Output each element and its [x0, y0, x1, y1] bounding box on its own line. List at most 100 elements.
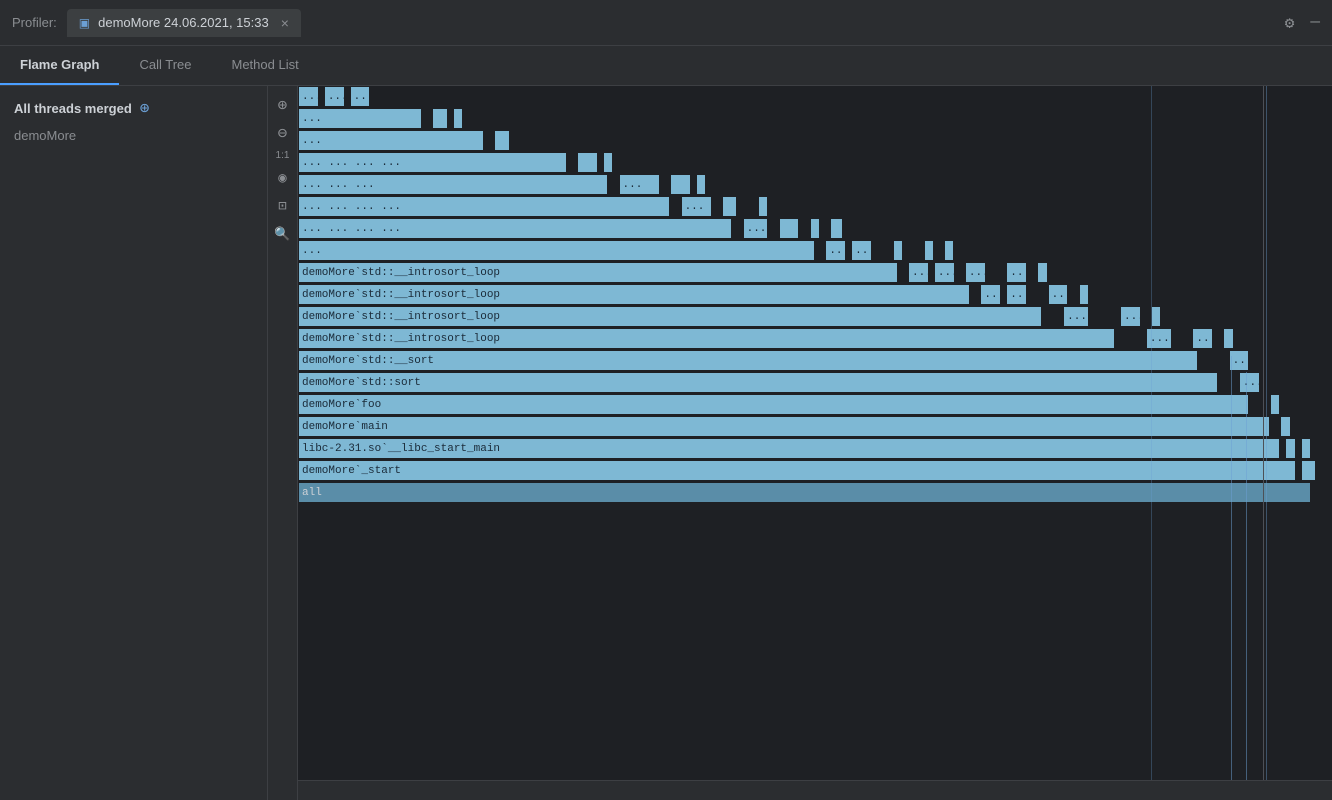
add-thread-button[interactable]: ⊕ — [140, 98, 150, 118]
flame-block[interactable]: ... — [298, 240, 815, 261]
flame-block[interactable]: ... — [681, 196, 712, 217]
flame-block[interactable] — [722, 196, 738, 217]
flame-block[interactable]: ... — [1239, 372, 1260, 393]
flame-block[interactable] — [1223, 328, 1233, 349]
flame-block[interactable] — [758, 196, 768, 217]
flame-block[interactable]: ... — [1048, 284, 1069, 305]
flame-block[interactable] — [1301, 460, 1317, 481]
flame-block[interactable]: ... — [1063, 306, 1089, 327]
flame-row-sort2: demoMore`std::sort ... — [298, 372, 1332, 393]
flame-block[interactable]: ... — [298, 108, 422, 129]
tab-flame-graph[interactable]: Flame Graph — [0, 46, 119, 85]
flame-block[interactable] — [1079, 284, 1089, 305]
flame-block[interactable]: ... — [1192, 328, 1213, 349]
tab-call-tree[interactable]: Call Tree — [119, 46, 211, 85]
flame-block[interactable]: demoMore`std::__introsort_loop — [298, 284, 970, 305]
flame-row: ... ... ... — [298, 86, 1332, 107]
flame-block[interactable]: demoMore`_start — [298, 460, 1296, 481]
flame-block[interactable] — [577, 152, 598, 173]
zoom-in-button[interactable]: ⊕ — [272, 94, 294, 116]
flame-block[interactable] — [670, 174, 691, 195]
title-actions: ⚙ — — [1285, 13, 1320, 33]
flame-block[interactable] — [432, 108, 448, 129]
flame-block[interactable] — [696, 174, 706, 195]
search-button[interactable]: 🔍 — [272, 223, 294, 245]
flame-row-introsort3: demoMore`std::__introsort_loop ... ... — [298, 306, 1332, 327]
flame-block[interactable]: ... — [1006, 284, 1027, 305]
eye-button[interactable]: ◉ — [272, 167, 294, 189]
title-bar: Profiler: ▣ demoMore 24.06.2021, 15:33 ×… — [0, 0, 1332, 46]
flame-block[interactable]: ... — [1146, 328, 1172, 349]
sidebar-header: All threads merged ⊕ — [0, 86, 267, 124]
flame-block[interactable]: demoMore`main — [298, 416, 1270, 437]
flame-block[interactable] — [603, 152, 613, 173]
minimize-icon[interactable]: — — [1310, 13, 1320, 33]
flame-block[interactable]: libc-2.31.so`__libc_start_main — [298, 438, 1280, 459]
flame-block[interactable]: ... ... ... — [298, 174, 608, 195]
tab-method-list[interactable]: Method List — [212, 46, 319, 85]
flame-block[interactable] — [810, 218, 820, 239]
marker-line-3 — [1231, 356, 1232, 780]
flame-block[interactable]: ... — [965, 262, 986, 283]
flame-block[interactable]: demoMore`std::__introsort_loop — [298, 328, 1115, 349]
zoom-ratio-label: 1:1 — [276, 150, 290, 161]
flame-block[interactable]: ... — [324, 86, 345, 107]
flame-block[interactable]: ... — [934, 262, 955, 283]
flame-block[interactable] — [1151, 306, 1161, 327]
flame-block[interactable]: ... — [743, 218, 769, 239]
flame-block-all[interactable]: all — [298, 482, 1311, 503]
flame-block[interactable] — [893, 240, 903, 261]
sidebar-item-label: demoMore — [14, 128, 76, 143]
flame-block[interactable]: ... — [298, 86, 319, 107]
flame-block[interactable]: ... — [825, 240, 846, 261]
marker-line-1 — [1266, 86, 1267, 780]
flame-block[interactable]: demoMore`std::sort — [298, 372, 1218, 393]
flame-block[interactable] — [779, 218, 800, 239]
flame-block[interactable]: ... — [980, 284, 1001, 305]
flame-block[interactable]: ... — [908, 262, 929, 283]
sidebar-item-demoMore[interactable]: demoMore — [0, 124, 267, 147]
tab-bar: Flame Graph Call Tree Method List — [0, 46, 1332, 86]
gear-icon[interactable]: ⚙ — [1285, 13, 1295, 33]
flame-block[interactable]: ... — [1120, 306, 1141, 327]
flame-block[interactable] — [1270, 394, 1280, 415]
flame-block[interactable]: ... — [350, 86, 371, 107]
flame-block[interactable] — [1037, 262, 1047, 283]
tab-close-button[interactable]: × — [281, 15, 289, 31]
flame-block[interactable] — [1285, 438, 1295, 459]
flame-block[interactable]: ... ... ... ... — [298, 196, 670, 217]
flame-block[interactable]: ... — [298, 130, 484, 151]
flame-graph-area[interactable]: ... ... ... ... ... .. — [298, 86, 1332, 800]
flame-block[interactable]: ... — [1006, 262, 1027, 283]
flame-block[interactable]: demoMore`std::__sort — [298, 350, 1198, 371]
flame-row: ... ... ... ... — [298, 174, 1332, 195]
flame-block[interactable]: ... — [619, 174, 660, 195]
flame-block[interactable] — [944, 240, 954, 261]
zoom-out-button[interactable]: ⊖ — [272, 122, 294, 144]
flame-row-libc: libc-2.31.so`__libc_start_main — [298, 438, 1332, 459]
camera-button[interactable]: ⊡ — [272, 195, 294, 217]
tab-icon: ▣ — [79, 16, 90, 30]
flame-block[interactable] — [924, 240, 934, 261]
zoom-toolbar: ⊕ ⊖ 1:1 ◉ ⊡ 🔍 — [268, 86, 298, 800]
flame-block[interactable] — [1280, 416, 1290, 437]
scrollbar[interactable] — [298, 780, 1332, 800]
flame-block[interactable]: ... ... ... ... — [298, 152, 567, 173]
flame-block[interactable]: demoMore`foo — [298, 394, 1249, 415]
flame-rows-container: ... ... ... ... ... .. — [298, 86, 1332, 780]
flame-block[interactable]: demoMore`std::__introsort_loop — [298, 306, 1042, 327]
flame-row-introsort1: demoMore`std::__introsort_loop ... ... .… — [298, 262, 1332, 283]
main-content: All threads merged ⊕ demoMore ⊕ ⊖ 1:1 ◉ … — [0, 86, 1332, 800]
flame-block[interactable]: demoMore`std::__introsort_loop — [298, 262, 898, 283]
flame-row-all: all — [298, 482, 1332, 503]
flame-block[interactable]: ... — [851, 240, 872, 261]
flame-row-foo: demoMore`foo — [298, 394, 1332, 415]
flame-block[interactable] — [494, 130, 510, 151]
profiler-tab[interactable]: ▣ demoMore 24.06.2021, 15:33 × — [67, 9, 301, 37]
flame-row: ... — [298, 108, 1332, 129]
flame-row-sort1: demoMore`std::__sort ... — [298, 350, 1332, 371]
flame-block[interactable] — [830, 218, 842, 239]
flame-block[interactable] — [1301, 438, 1311, 459]
flame-block[interactable]: ... ... ... ... — [298, 218, 732, 239]
flame-block[interactable] — [453, 108, 463, 129]
